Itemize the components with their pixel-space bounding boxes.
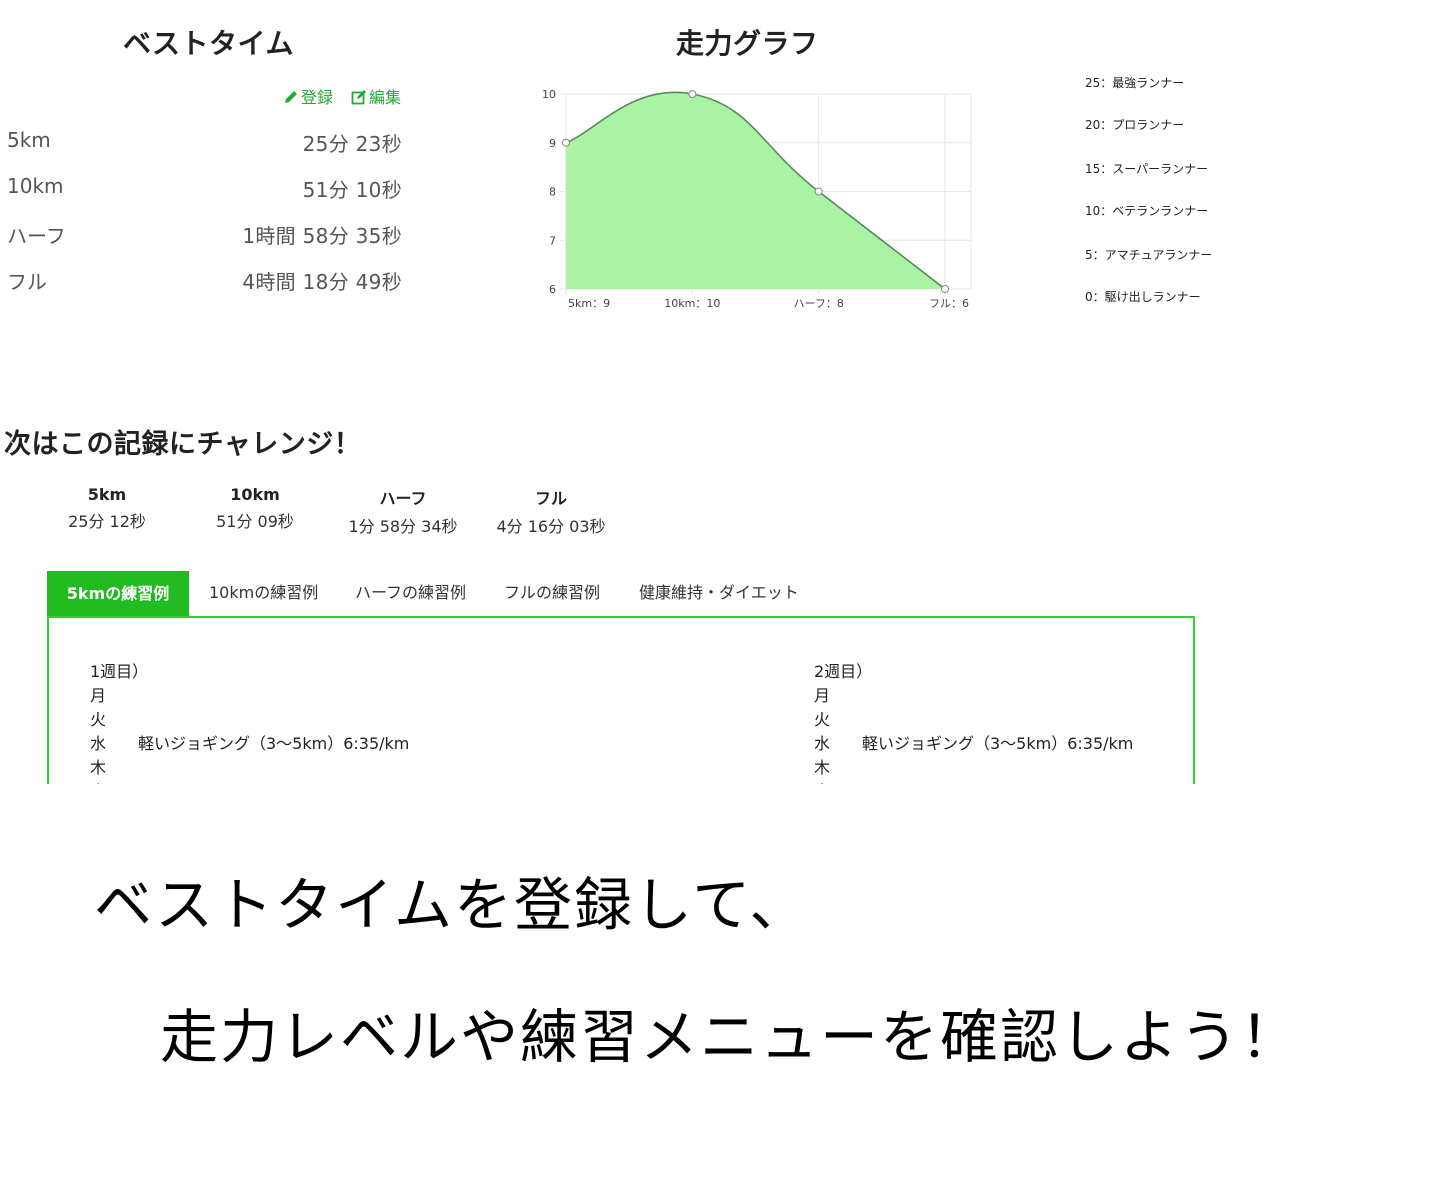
best-row-time: 51分 10秒 (302, 178, 402, 202)
data-point (941, 285, 949, 293)
plan-text: 軽いジョギング（3〜5km）6:35/km (138, 734, 410, 753)
register-label: 登録 (301, 88, 334, 107)
y-tick-label: 7 (549, 234, 556, 247)
plan-day: 月 (90, 686, 107, 705)
tab-half[interactable]: ハーフの練習例 (355, 571, 466, 617)
week-1: 1週目） 月 火 水 軽いジョギング（3〜5km）6:35/km 木 金 (90, 660, 409, 784)
best-row-label: ハーフ (7, 224, 66, 248)
y-tick-label: 10 (542, 88, 556, 101)
legend-item: 10：ベテランランナー (1085, 204, 1209, 218)
promo-line-2: 走力レベルや練習メニューを確認しよう！ (160, 1003, 1301, 1071)
data-point (562, 138, 570, 147)
best-row-5km: 5km 25分 23秒 (7, 128, 402, 158)
data-point (688, 90, 697, 98)
y-tick-label: 9 (549, 137, 556, 150)
goal-time: 1分 58分 34秒 (348, 517, 458, 536)
week-2: 2週目） 月 火 水 軽いジョギング（3〜5km）6:35/km 木 金 (814, 660, 1133, 784)
x-tick-label: フル：6 (929, 297, 969, 310)
plan-row: 火 (90, 708, 409, 732)
training-panel: 1週目） 月 火 水 軽いジョギング（3〜5km）6:35/km 木 金 2週目）… (47, 616, 1195, 784)
plan-row: 月 (90, 684, 409, 708)
tab-health[interactable]: 健康維持・ダイエット (639, 571, 799, 617)
goal-time: 25分 12秒 (68, 512, 146, 531)
best-row-10km: 10km 51分 10秒 (7, 174, 402, 204)
best-row-time: 25分 23秒 (302, 132, 402, 156)
plan-row: 木 (814, 756, 1133, 780)
plan-day: 火 (814, 710, 831, 729)
y-tick-label: 6 (549, 283, 556, 296)
plan-day: 金 (814, 780, 862, 784)
tab-full[interactable]: フルの練習例 (504, 571, 600, 617)
plan-day: 火 (90, 710, 107, 729)
goal-5km: 5km 25分 12秒 (37, 485, 177, 532)
week-heading: 1週目） (90, 662, 149, 681)
plan-day: 木 (814, 758, 831, 777)
legend-item: 25：最強ランナー (1085, 76, 1185, 90)
week-heading: 2週目） (814, 662, 873, 681)
best-row-half: ハーフ 1時間 58分 35秒 (7, 220, 402, 250)
y-tick-label: 8 (549, 186, 556, 199)
goal-half: ハーフ 1分 58分 34秒 (333, 485, 473, 537)
best-time-title: ベストタイム (123, 27, 295, 60)
edit-label: 編集 (369, 88, 402, 107)
plan-day: 木 (90, 758, 107, 777)
plan-row: 金 (814, 780, 1133, 784)
plan-row: 木 (90, 756, 409, 780)
legend-item: 15：スーパーランナー (1085, 162, 1209, 176)
plan-row: 金 (90, 780, 409, 784)
x-tick-label: 10km：10 (664, 297, 720, 310)
plan-day: 金 (90, 780, 138, 784)
best-row-label: フル (7, 270, 47, 294)
x-tick-label: 5km：9 (568, 297, 610, 310)
edit-icon (351, 90, 366, 105)
goal-label: 10km (230, 485, 280, 504)
plan-row: 月 (814, 684, 1133, 708)
tab-5km[interactable]: 5kmの練習例 (47, 571, 189, 617)
challenge-title: 次はこの記録にチャレンジ！ (4, 429, 362, 460)
goal-time: 51分 09秒 (216, 512, 294, 531)
best-row-time: 4時間 18分 49秒 (242, 270, 402, 294)
edit-link[interactable]: 編集 (351, 84, 401, 108)
best-row-full: フル 4時間 18分 49秒 (7, 266, 402, 296)
best-row-label: 10km (7, 174, 64, 198)
promo-line-1: ベストタイムを登録して、 (94, 871, 810, 939)
best-row-time: 1時間 58分 35秒 (242, 224, 402, 248)
goal-10km: 10km 51分 09秒 (185, 485, 325, 532)
chart-area (566, 92, 945, 289)
pencil-icon (285, 91, 297, 103)
goal-label: 5km (87, 485, 127, 504)
legend-item: 20：プロランナー (1085, 118, 1185, 132)
plan-row: 火 (814, 708, 1133, 732)
plan-day: 月 (814, 686, 831, 705)
goal-time: 4分 16分 03秒 (496, 517, 606, 536)
legend-item: 0：駆け出しランナー (1085, 290, 1201, 304)
plan-row: 水 軽いジョギング（3〜5km）6:35/km (90, 732, 409, 756)
tab-10km[interactable]: 10kmの練習例 (209, 571, 318, 617)
register-link[interactable]: 登録 (283, 84, 333, 108)
plan-day: 水 (90, 734, 107, 753)
plan-row: 水 軽いジョギング（3〜5km）6:35/km (814, 732, 1133, 756)
goal-label: ハーフ (379, 489, 427, 508)
ability-chart: 6 7 8 9 10 5km：9 10km：10 ハーフ：8 フル：6 (542, 88, 972, 310)
goal-full: フル 4分 16分 03秒 (481, 485, 621, 537)
x-tick-label: ハーフ：8 (793, 297, 843, 310)
plan-day: 水 (814, 734, 831, 753)
best-row-label: 5km (7, 128, 51, 152)
goal-label: フル (534, 489, 567, 508)
plan-text: 軽いジョギング（3〜5km）6:35/km (862, 734, 1134, 753)
legend-item: 5：アマチュアランナー (1085, 248, 1213, 262)
data-point (814, 187, 823, 196)
graph-title: 走力グラフ (676, 27, 819, 60)
